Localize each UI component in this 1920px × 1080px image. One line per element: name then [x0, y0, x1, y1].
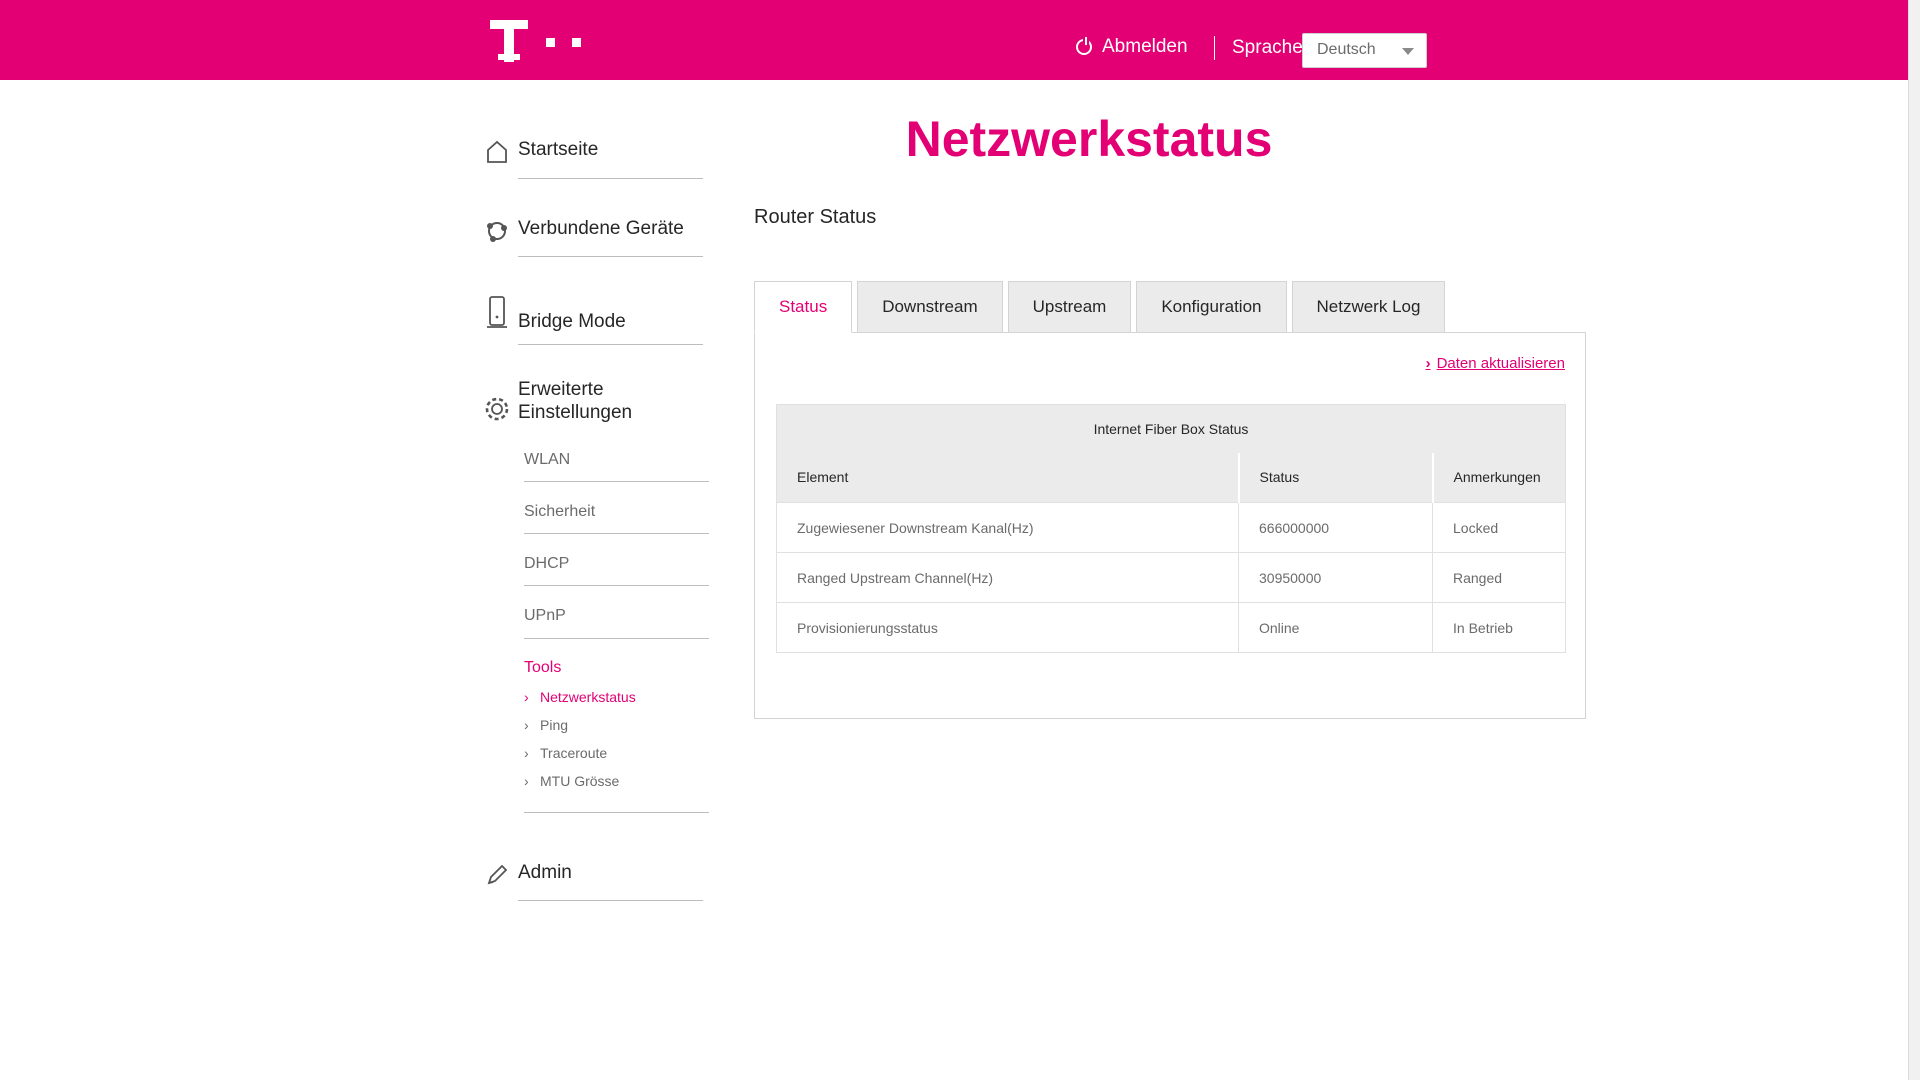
chevron-down-icon	[1402, 48, 1414, 55]
sidebar-divider	[518, 256, 703, 257]
table-cell: 30950000	[1238, 552, 1433, 603]
top-bar: Abmelden Sprache Deutsch	[0, 0, 1908, 80]
sidebar-item-bridge-mode[interactable]: Bridge Mode	[484, 295, 626, 333]
section-title: Router Status	[754, 206, 877, 228]
tools-item-netzwerkstatus[interactable]: › Netzwerkstatus	[524, 689, 636, 705]
column-header-element: Element	[776, 452, 1240, 503]
table-cell: Ranged Upstream Channel(Hz)	[776, 552, 1239, 603]
column-header-status: Status	[1238, 452, 1434, 503]
chevron-right-icon: ›	[524, 773, 529, 789]
table-row: Ranged Upstream Channel(Hz) 30950000 Ran…	[776, 552, 1566, 603]
sidebar-item-label: Admin	[518, 862, 572, 883]
sidebar-item-label-line1: Erweiterte	[518, 379, 604, 400]
tools-item-label: Traceroute	[540, 745, 608, 761]
tab-konfiguration[interactable]: Konfiguration	[1136, 281, 1287, 333]
sidebar-divider	[518, 900, 703, 901]
home-icon	[487, 140, 507, 163]
chevron-right-icon: ›	[524, 689, 529, 705]
language-select[interactable]: Deutsch	[1302, 33, 1427, 68]
table-cell: 666000000	[1238, 502, 1433, 553]
chevron-right-icon: ›	[524, 717, 529, 733]
status-table: Internet Fiber Box Status Element Status…	[776, 404, 1566, 653]
column-header-anmerkungen: Anmerkungen	[1432, 452, 1566, 503]
table-cell: In Betrieb	[1432, 602, 1566, 653]
tab-netzwerk-log[interactable]: Netzwerk Log	[1291, 281, 1446, 333]
power-icon	[1076, 37, 1092, 55]
gear-icon	[485, 397, 509, 421]
tools-item-label: Ping	[540, 717, 569, 733]
sidebar-subitem-tools[interactable]: Tools	[524, 659, 561, 677]
table-cell: Provisionierungsstatus	[776, 602, 1239, 653]
refresh-link[interactable]: › Daten aktualisieren	[1426, 355, 1565, 372]
table-row: Zugewiesener Downstream Kanal(Hz) 666000…	[776, 502, 1566, 553]
language-selected: Deutsch	[1317, 41, 1376, 58]
logout-label: Abmelden	[1102, 36, 1188, 57]
chevron-right-icon: ›	[1425, 355, 1431, 372]
scrollbar[interactable]	[1908, 0, 1920, 1080]
pencil-icon	[487, 864, 508, 885]
sidebar-subitem-upnp[interactable]: UPnP	[524, 607, 566, 625]
tab-downstream[interactable]: Downstream	[857, 281, 1003, 333]
sidebar-item-label: Verbundene Geräte	[518, 218, 684, 239]
telekom-logo[interactable]	[490, 18, 590, 64]
tools-item-label: Netzwerkstatus	[540, 689, 636, 705]
tab-bar: Status Downstream Upstream Konfiguration…	[754, 281, 1446, 333]
table-cell: Zugewiesener Downstream Kanal(Hz)	[776, 502, 1239, 553]
sidebar-item-admin[interactable]: Admin	[484, 862, 572, 888]
table-cell: Ranged	[1432, 552, 1566, 603]
sidebar-item-startseite[interactable]: Startseite	[484, 139, 598, 165]
tab-upstream[interactable]: Upstream	[1007, 281, 1132, 333]
sidebar-item-label: Startseite	[518, 139, 599, 160]
sidebar-subitem-wlan[interactable]: WLAN	[524, 451, 570, 469]
tab-status[interactable]: Status	[754, 281, 853, 333]
page-title: Netzwerkstatus	[905, 111, 1273, 167]
sidebar-divider	[518, 344, 703, 345]
sidebar-divider	[518, 178, 703, 179]
sidebar-divider	[524, 812, 709, 813]
sidebar-divider	[524, 533, 709, 534]
sidebar-item-devices[interactable]: Verbundene Geräte	[484, 218, 684, 244]
table-header-row: Element Status Anmerkungen	[776, 452, 1566, 503]
sidebar-subitem-dhcp[interactable]: DHCP	[524, 555, 569, 573]
page: Abmelden Sprache Deutsch Startseite Verb…	[0, 0, 1920, 1080]
tools-item-mtu[interactable]: › MTU Grösse	[524, 773, 619, 789]
language-label: Sprache	[1232, 37, 1303, 58]
tools-item-label: MTU Grösse	[540, 773, 620, 789]
sidebar-subitem-sicherheit[interactable]: Sicherheit	[524, 503, 595, 521]
chevron-right-icon: ›	[524, 745, 529, 761]
devices-icon	[487, 222, 507, 242]
table-row: Provisionierungsstatus Online In Betrieb	[776, 602, 1566, 653]
table-caption: Internet Fiber Box Status	[776, 404, 1566, 453]
tools-item-ping[interactable]: › Ping	[524, 717, 568, 733]
sidebar-item-label: Bridge Mode	[518, 311, 626, 332]
router-icon	[487, 296, 507, 328]
tools-item-traceroute[interactable]: › Traceroute	[524, 745, 607, 761]
status-panel: › Daten aktualisieren Internet Fiber Box…	[754, 332, 1586, 719]
sidebar-divider	[524, 481, 709, 482]
header-divider	[1214, 36, 1215, 60]
refresh-label: Daten aktualisieren	[1436, 355, 1565, 372]
sidebar-divider	[524, 585, 709, 586]
table-caption-row: Internet Fiber Box Status	[776, 404, 1566, 453]
sidebar-item-erweiterte-einstellungen[interactable]: Erweiterte Einstellungen	[484, 378, 632, 424]
sidebar-item-label-line2: Einstellungen	[518, 402, 633, 423]
table-cell: Locked	[1432, 502, 1566, 553]
table-cell: Online	[1238, 602, 1433, 653]
sidebar-divider	[524, 638, 709, 639]
logout-button[interactable]: Abmelden	[1076, 36, 1188, 58]
